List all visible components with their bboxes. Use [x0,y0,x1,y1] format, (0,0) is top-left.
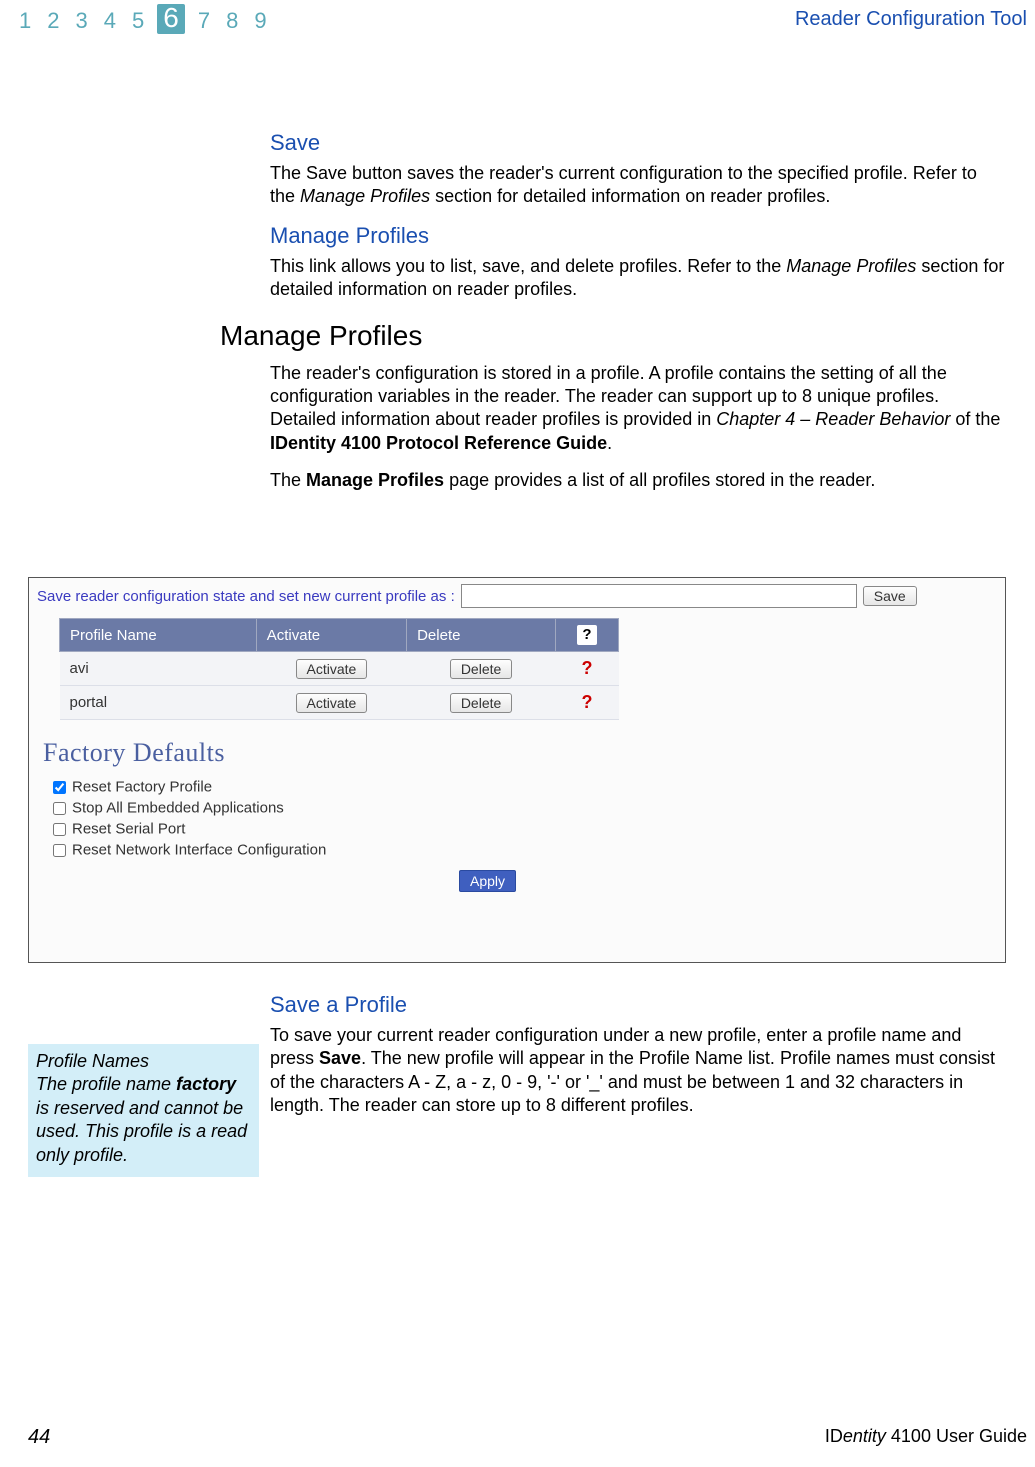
chapter-9: 9 [251,8,269,34]
chapter-4: 4 [101,8,119,34]
apply-button[interactable]: Apply [459,870,516,892]
check-label: Reset Serial Port [72,820,185,837]
profile-name-cell: avi [60,652,257,686]
profile-name-input[interactable] [461,584,857,608]
text: The profile name [36,1074,176,1094]
check-label: Reset Network Interface Configuration [72,841,326,858]
checkbox[interactable] [53,781,66,794]
para-mp-1: The reader's configuration is stored in … [270,362,1005,456]
chapter-6-current: 6 [157,4,185,34]
sidebar-note: Profile Names The profile name factory i… [28,1044,259,1177]
chapter-nav: 1 2 3 4 5 6 7 8 9 [16,4,270,34]
check-label: Stop All Embedded Applications [72,799,284,816]
col-activate: Activate [256,619,406,652]
save-button[interactable]: Save [863,586,917,606]
profile-name-cell: portal [60,686,257,720]
text-bold: Save [319,1048,361,1068]
text: . The new profile will appear in the Pro… [270,1048,995,1115]
chapter-2: 2 [44,8,62,34]
check-reset-serial[interactable]: Reset Serial Port [49,820,1005,839]
text-bold: IDentity 4100 Protocol Reference Guide [270,433,607,453]
chapter-3: 3 [73,8,91,34]
text-italic: Manage Profiles [300,186,430,206]
sidebar-title: Profile Names [36,1050,251,1073]
delete-button[interactable]: Delete [450,659,512,679]
factory-defaults-heading: Factory Defaults [43,738,1005,768]
sidebar-body: The profile name factory is reserved and… [36,1073,251,1167]
text-italic: entity [843,1426,886,1446]
help-icon[interactable]: ? [582,658,593,678]
text: ID [825,1426,843,1446]
chapter-7: 7 [195,8,213,34]
heading-manage-profiles: Manage Profiles [220,320,1005,352]
text-italic: Manage Profiles [786,256,916,276]
delete-button[interactable]: Delete [450,693,512,713]
text-bold: factory [176,1074,236,1094]
text: section for detailed information on read… [430,186,830,206]
text: 4100 User Guide [886,1426,1027,1446]
help-icon[interactable]: ? [582,692,593,712]
table-row: portal Activate Delete ? [60,686,619,720]
checkbox[interactable] [53,844,66,857]
page-header: 1 2 3 4 5 6 7 8 9 Reader Configuration T… [0,0,1035,34]
chapter-1: 1 [16,8,34,34]
check-reset-network[interactable]: Reset Network Interface Configuration [49,841,1005,860]
activate-button[interactable]: Activate [296,693,368,713]
chapter-5: 5 [129,8,147,34]
heading-manage-profiles-link: Manage Profiles [270,223,1005,249]
checkbox[interactable] [53,802,66,815]
col-delete: Delete [407,619,556,652]
text: The [270,470,306,490]
heading-save: Save [270,130,1005,156]
text: . [607,433,612,453]
guide-name: IDentity 4100 User Guide [825,1426,1027,1449]
page-footer: 44 IDentity 4100 User Guide [28,1426,1027,1449]
chapter-8: 8 [223,8,241,34]
help-icon[interactable]: ? [577,625,597,645]
save-config-label: Save reader configuration state and set … [37,588,455,605]
para-save-profile: To save your current reader configuratio… [270,1024,1005,1118]
para-save: The Save button saves the reader's curre… [270,162,1005,209]
text: is reserved and cannot be used. This pro… [36,1098,247,1165]
text: of the [950,409,1000,429]
text: page provides a list of all profiles sto… [444,470,875,490]
check-label: Reset Factory Profile [72,778,212,795]
activate-button[interactable]: Activate [296,659,368,679]
check-reset-factory[interactable]: Reset Factory Profile [49,778,1005,797]
para-manage-profiles-link: This link allows you to list, save, and … [270,255,1005,302]
page-number: 44 [28,1426,50,1449]
col-profile-name: Profile Name [60,619,257,652]
col-help: ? [556,619,619,652]
table-row: avi Activate Delete ? [60,652,619,686]
para-mp-2: The Manage Profiles page provides a list… [270,469,1005,492]
manage-profiles-ui: Save reader configuration state and set … [28,577,1006,963]
text-bold: Manage Profiles [306,470,444,490]
text: This link allows you to list, save, and … [270,256,786,276]
checkbox[interactable] [53,823,66,836]
text-italic: Chapter 4 – Reader Behavior [716,409,950,429]
header-title: Reader Configuration Tool [795,4,1027,31]
check-stop-apps[interactable]: Stop All Embedded Applications [49,799,1005,818]
profiles-table: Profile Name Activate Delete ? avi Activ… [59,618,619,720]
heading-save-profile: Save a Profile [270,992,1005,1018]
